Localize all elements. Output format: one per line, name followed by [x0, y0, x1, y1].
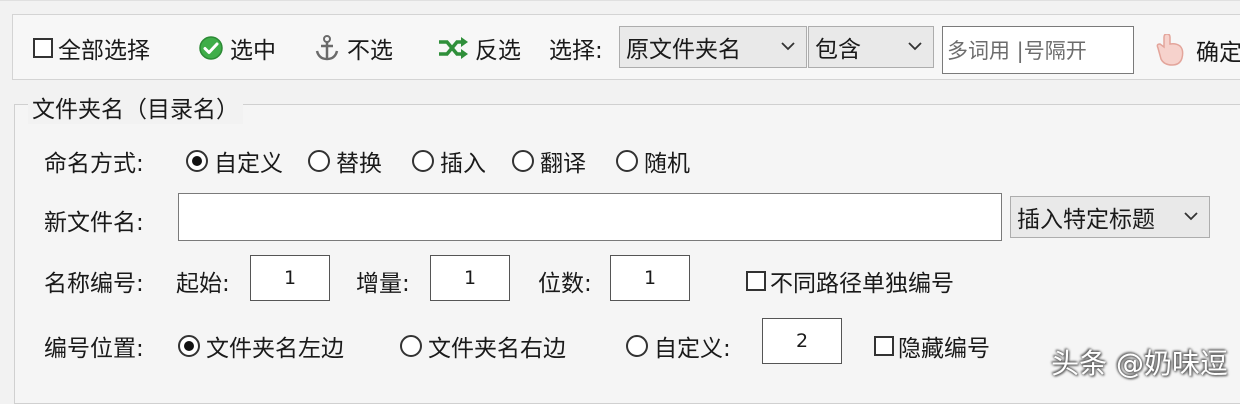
radio-position-custom[interactable]: 自定义: [626, 329, 731, 363]
radio-replace[interactable]: 替换 [308, 144, 382, 178]
digits-label: 位数: [538, 271, 592, 297]
radio-label: 文件夹名右边 [428, 336, 566, 362]
field-select-value: 原文件夹名 [626, 37, 741, 63]
digits-input[interactable]: 1 [610, 255, 690, 301]
number-position-label: 编号位置: [44, 336, 144, 362]
radio-button[interactable] [412, 150, 434, 172]
radio-button[interactable] [626, 335, 648, 357]
match-select-value: 包含 [815, 37, 861, 63]
radio-label: 自定义 [214, 151, 283, 177]
keywords-placeholder: 多词用 |号隔开 [947, 39, 1087, 63]
separate-numbering-checkbox[interactable]: 不同路径单独编号 [746, 264, 954, 298]
match-select[interactable]: 包含 [808, 26, 934, 68]
radio-translate[interactable]: 翻译 [512, 144, 586, 178]
checkbox-box[interactable] [746, 271, 766, 291]
radio-button-selected[interactable] [186, 150, 208, 172]
select-all-label: 全部选择 [58, 38, 150, 64]
radio-label: 文件夹名左边 [206, 336, 344, 362]
radio-folder-left[interactable]: 文件夹名左边 [178, 329, 344, 363]
checkbox-box[interactable] [874, 336, 894, 356]
radio-folder-right[interactable]: 文件夹名右边 [400, 329, 566, 363]
naming-mode-label: 命名方式: [44, 151, 144, 177]
hide-number-label: 隐藏编号 [898, 336, 990, 362]
new-name-input[interactable] [178, 193, 1002, 241]
numbering-label: 名称编号: [44, 271, 144, 297]
radio-label: 翻译 [540, 151, 586, 177]
shuffle-icon [437, 35, 469, 61]
radio-button[interactable] [308, 150, 330, 172]
invert-selection-label: 反选 [475, 38, 521, 64]
new-name-value [179, 194, 1001, 240]
hand-pointer-icon [1152, 33, 1186, 66]
start-label: 起始: [176, 271, 230, 297]
increment-input[interactable]: 1 [430, 255, 510, 301]
insert-title-value: 插入特定标题 [1017, 207, 1155, 233]
check-circle-icon [198, 35, 224, 61]
chevron-down-icon [778, 36, 798, 56]
check-selected-button[interactable]: 选中 [198, 15, 276, 81]
radio-button[interactable] [616, 150, 638, 172]
radio-label: 随机 [644, 151, 690, 177]
radio-button[interactable] [400, 335, 422, 357]
uncheck-button[interactable]: 不选 [313, 15, 393, 81]
increment-label: 增量: [356, 271, 410, 297]
radio-insert[interactable]: 插入 [412, 144, 486, 178]
insert-title-select[interactable]: 插入特定标题 [1010, 196, 1210, 238]
confirm-label: 确定 [1196, 40, 1240, 66]
radio-custom[interactable]: 自定义 [186, 144, 283, 178]
radio-label: 替换 [336, 151, 382, 177]
radio-random[interactable]: 随机 [616, 144, 690, 178]
uncheck-label: 不选 [347, 38, 393, 64]
chevron-down-icon [1181, 206, 1201, 226]
custom-position-input[interactable]: 2 [762, 318, 842, 364]
select-all-checkbox[interactable]: 全部选择 [33, 15, 150, 81]
watermark: 头条 @奶味逗 [1051, 347, 1228, 380]
radio-label: 插入 [440, 151, 486, 177]
field-select[interactable]: 原文件夹名 [619, 26, 807, 68]
hide-number-checkbox[interactable]: 隐藏编号 [874, 329, 990, 363]
radio-label: 自定义: [654, 336, 731, 362]
top-divider [0, 0, 1240, 1]
separate-numbering-label: 不同路径单独编号 [770, 271, 954, 297]
anchor-icon [313, 34, 341, 62]
invert-selection-button[interactable]: 反选 [437, 15, 521, 81]
confirm-button[interactable]: 确定 [1152, 26, 1240, 74]
select-all-box[interactable] [33, 38, 53, 58]
chevron-down-icon [905, 36, 925, 56]
check-selected-label: 选中 [230, 38, 276, 64]
keywords-input[interactable]: 多词用 |号隔开 [942, 26, 1134, 74]
radio-button-selected[interactable] [178, 335, 200, 357]
start-input[interactable]: 1 [250, 255, 330, 301]
group-legend: 文件夹名（目录名） [28, 90, 243, 124]
select-prefix-label: 选择: [549, 38, 603, 64]
new-name-label: 新文件名: [44, 210, 144, 236]
radio-button[interactable] [512, 150, 534, 172]
